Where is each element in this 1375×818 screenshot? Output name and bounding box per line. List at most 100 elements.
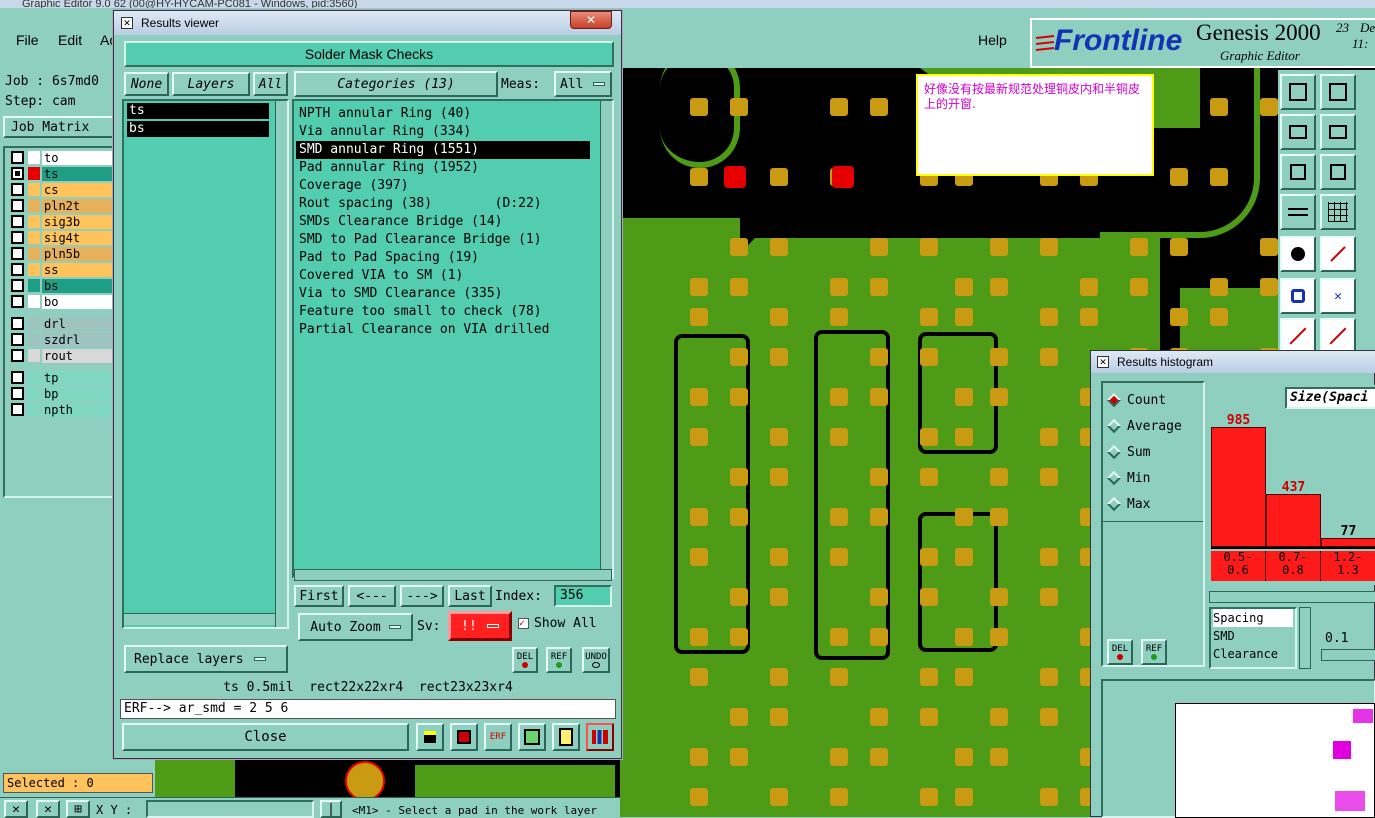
layer-row-tp[interactable]: tp xyxy=(11,370,112,385)
layer-checkbox[interactable] xyxy=(11,263,24,276)
pcb-pad[interactable] xyxy=(830,668,848,686)
pcb-pad[interactable] xyxy=(690,388,708,406)
prev-button[interactable]: <--- xyxy=(348,585,396,607)
pcb-pad[interactable] xyxy=(990,748,1008,766)
pcb-pad[interactable] xyxy=(730,388,748,406)
pcb-pad[interactable] xyxy=(730,468,748,486)
pcb-pad[interactable] xyxy=(830,98,848,116)
categories-button[interactable]: Categories (13) xyxy=(294,71,498,97)
pcb-pad[interactable] xyxy=(830,428,848,446)
pcb-pad[interactable] xyxy=(770,588,788,606)
auto-zoom-button[interactable]: Auto Zoom xyxy=(298,613,413,641)
pcb-pad[interactable] xyxy=(730,98,748,116)
tool-line-icon[interactable] xyxy=(1280,318,1316,354)
pcb-pad[interactable] xyxy=(830,508,848,526)
layer-name[interactable]: szdrl xyxy=(42,332,112,347)
category-item[interactable]: Feature too small to check (78) xyxy=(296,303,590,321)
histogram-bar[interactable] xyxy=(1321,538,1375,547)
pcb-pad[interactable] xyxy=(870,748,888,766)
layer-checkbox[interactable] xyxy=(11,371,24,384)
status-tool-2[interactable]: ✕ xyxy=(36,800,60,818)
pcb-pad[interactable] xyxy=(1040,428,1058,446)
pcb-pad[interactable] xyxy=(770,308,788,326)
pcb-pad[interactable] xyxy=(1080,278,1098,296)
category-list-vscroll[interactable] xyxy=(600,101,612,577)
pcb-pad[interactable] xyxy=(830,628,848,646)
layer-name[interactable]: drl xyxy=(42,316,112,331)
status-tool-1[interactable]: ✕ xyxy=(4,800,28,818)
layers-header-button[interactable]: Layers xyxy=(172,72,250,96)
layers-none-button[interactable]: None xyxy=(124,72,169,96)
layer-name[interactable]: sig3b xyxy=(42,214,112,229)
layer-checkbox[interactable] xyxy=(11,349,24,362)
xy-field[interactable] xyxy=(146,800,314,818)
result-layer-item-ts[interactable]: ts xyxy=(127,103,269,119)
pcb-pad[interactable] xyxy=(730,508,748,526)
pcb-pad[interactable] xyxy=(990,708,1008,726)
mode-radio-max[interactable]: Max xyxy=(1103,491,1203,517)
histogram-del-button[interactable]: DEL xyxy=(1107,639,1133,665)
layer-checkbox[interactable] xyxy=(11,215,24,228)
results-viewer-close-icon[interactable]: ✕ xyxy=(570,11,612,29)
sv-select[interactable]: !! xyxy=(448,611,512,641)
pcb-pad[interactable] xyxy=(1210,168,1228,186)
pcb-pad[interactable] xyxy=(690,308,708,326)
layer-row-rout[interactable]: rout xyxy=(11,348,112,363)
layer-row-to[interactable]: to xyxy=(11,150,112,165)
pcb-pad[interactable] xyxy=(920,708,938,726)
undo-button[interactable]: UNDO xyxy=(582,647,610,673)
pcb-pad[interactable] xyxy=(1040,348,1058,366)
pcb-pad[interactable] xyxy=(1040,788,1058,806)
layer-name[interactable]: cs xyxy=(42,182,112,197)
pcb-pad[interactable] xyxy=(955,788,973,806)
pcb-pad[interactable] xyxy=(990,388,1008,406)
pcb-pad[interactable] xyxy=(920,668,938,686)
show-all-checkbox[interactable]: ✓ xyxy=(518,618,529,629)
pcb-pad[interactable] xyxy=(770,168,788,186)
close-button[interactable]: Close xyxy=(122,723,409,751)
pcb-pad[interactable] xyxy=(870,98,888,116)
pcb-pad[interactable] xyxy=(690,628,708,646)
pcb-pad[interactable] xyxy=(690,278,708,296)
layer-name[interactable]: ss xyxy=(42,262,112,277)
layer-checkbox[interactable] xyxy=(11,317,24,330)
pcb-pad[interactable] xyxy=(955,548,973,566)
layer-row-drl[interactable]: drl xyxy=(11,316,112,331)
layer-row-pln5b[interactable]: pln5b xyxy=(11,246,112,261)
pcb-pad[interactable] xyxy=(730,708,748,726)
layer-name[interactable]: pln2t xyxy=(42,198,112,213)
pcb-pad[interactable] xyxy=(870,238,888,256)
layer-checkbox[interactable] xyxy=(11,151,24,164)
replace-layers-button[interactable]: Replace layers xyxy=(124,645,288,673)
pcb-pad[interactable] xyxy=(870,708,888,726)
tool-grid-icon[interactable] xyxy=(1320,194,1356,230)
layer-row-sig3b[interactable]: sig3b xyxy=(11,214,112,229)
job-matrix-button[interactable]: Job Matrix xyxy=(3,116,115,138)
histogram-hscroll[interactable] xyxy=(1209,591,1375,603)
layer-row-cs[interactable]: cs xyxy=(11,182,112,197)
layer-row-szdrl[interactable]: szdrl xyxy=(11,332,112,347)
pcb-pad[interactable] xyxy=(955,668,973,686)
pcb-pad[interactable] xyxy=(690,668,708,686)
pcb-pad[interactable] xyxy=(690,788,708,806)
pcb-pad[interactable] xyxy=(1260,238,1278,256)
pcb-pad[interactable] xyxy=(730,588,748,606)
category-item[interactable]: Pad to Pad Spacing (19) xyxy=(296,249,590,267)
tool-export-icon[interactable] xyxy=(1320,74,1356,110)
menu-edit[interactable]: Edit xyxy=(58,32,82,48)
mode-radio-sum[interactable]: Sum xyxy=(1103,439,1203,465)
layer-row-ts[interactable]: ts xyxy=(11,166,112,181)
layer-name[interactable]: npth xyxy=(42,402,112,417)
pcb-pad[interactable] xyxy=(830,388,848,406)
layer-checkbox[interactable] xyxy=(11,231,24,244)
pcb-pad[interactable] xyxy=(870,588,888,606)
pcb-pad[interactable] xyxy=(690,548,708,566)
tool-measure-icon[interactable] xyxy=(1320,236,1356,272)
tool-import-icon[interactable] xyxy=(1280,74,1316,110)
category-item[interactable]: Partial Clearance on VIA drilled xyxy=(296,321,590,339)
pcb-pad[interactable] xyxy=(955,308,973,326)
pcb-pad[interactable] xyxy=(770,238,788,256)
meas-select[interactable]: All xyxy=(554,71,612,97)
layer-checkbox[interactable] xyxy=(11,279,24,292)
pcb-pad[interactable] xyxy=(955,278,973,296)
